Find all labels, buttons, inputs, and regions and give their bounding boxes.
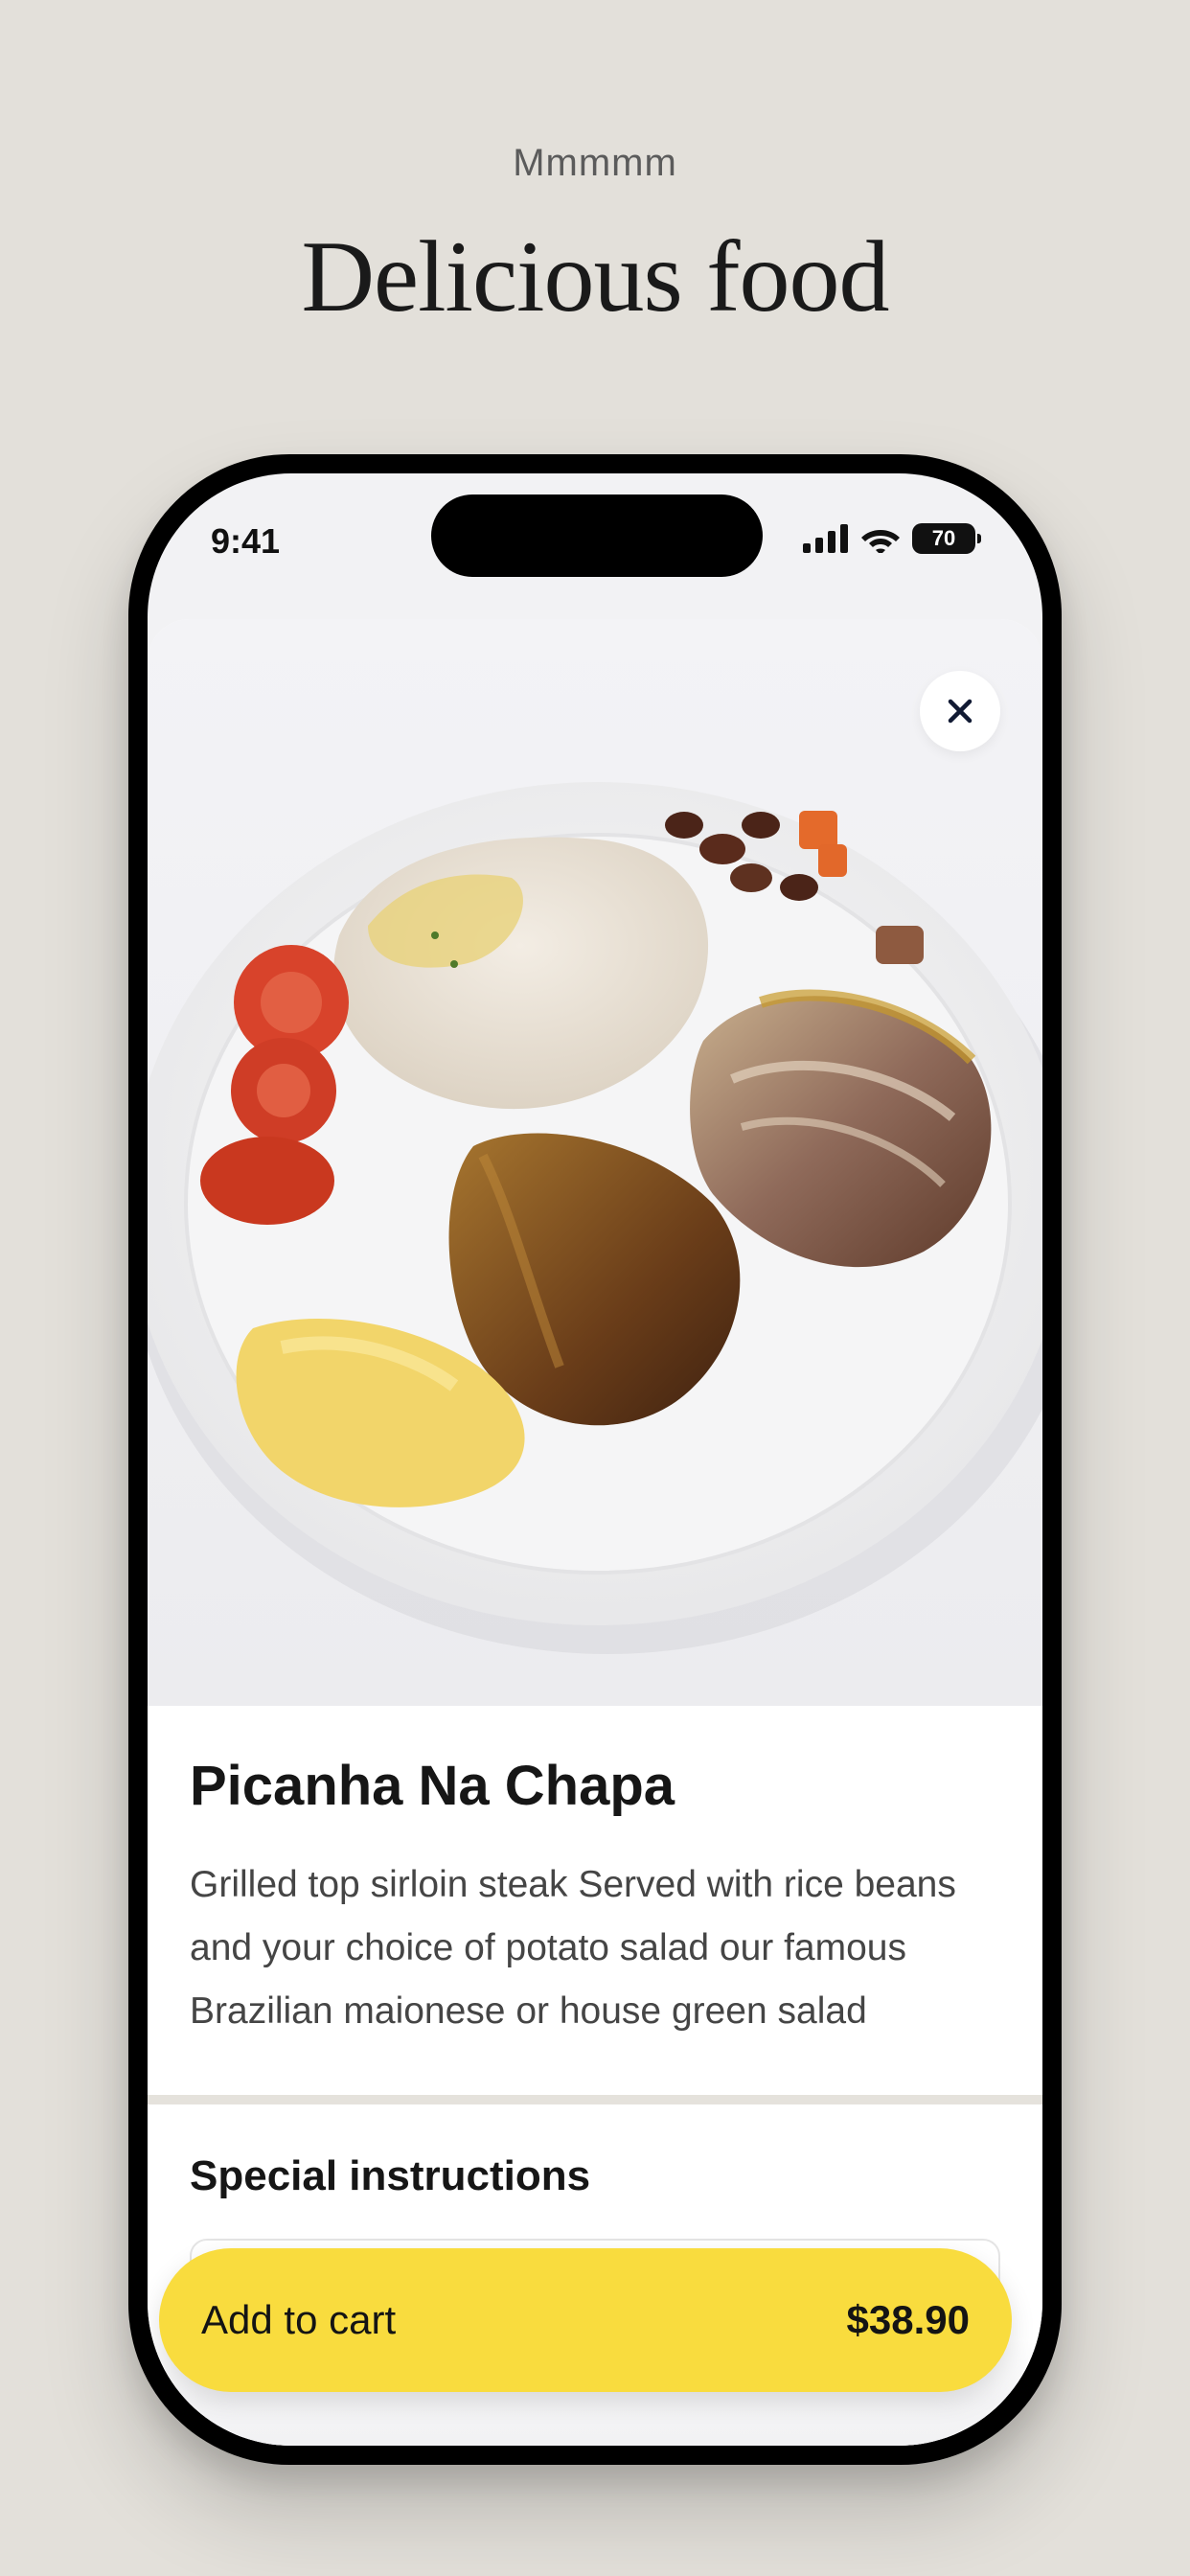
close-button[interactable]	[920, 671, 1000, 751]
page-headline: Delicious food	[301, 220, 889, 333]
wifi-icon	[861, 530, 900, 553]
add-to-cart-button[interactable]: Add to cart $38.90	[159, 2248, 1012, 2392]
status-icons: 70	[803, 523, 981, 554]
signal-icon	[803, 524, 848, 553]
item-detail-sheet: Picanha Na Chapa Grilled top sirloin ste…	[148, 619, 1042, 2446]
add-to-cart-price: $38.90	[846, 2297, 970, 2342]
battery-level: 70	[931, 526, 956, 550]
status-time: 9:41	[211, 521, 281, 561]
item-title: Picanha Na Chapa	[190, 1755, 675, 1817]
page-eyebrow: Mmmmm	[513, 142, 677, 184]
dynamic-island	[431, 494, 763, 577]
phone-frame: 9:41 70 Picanha Na Chapa Grilled top sir…	[128, 454, 1062, 2465]
close-icon	[948, 699, 973, 724]
special-instructions-title: Special instructions	[190, 2152, 591, 2199]
item-image	[148, 619, 1042, 1706]
section-divider	[148, 2095, 1042, 2104]
add-to-cart-label: Add to cart	[201, 2297, 397, 2342]
item-description: Grilled top sirloin steak Served with ri…	[190, 1864, 956, 2032]
battery-icon: 70	[912, 523, 981, 554]
phone-screen: 9:41 70 Picanha Na Chapa Grilled top sir…	[148, 473, 1042, 2446]
food-plate-illustration	[148, 782, 1042, 1654]
